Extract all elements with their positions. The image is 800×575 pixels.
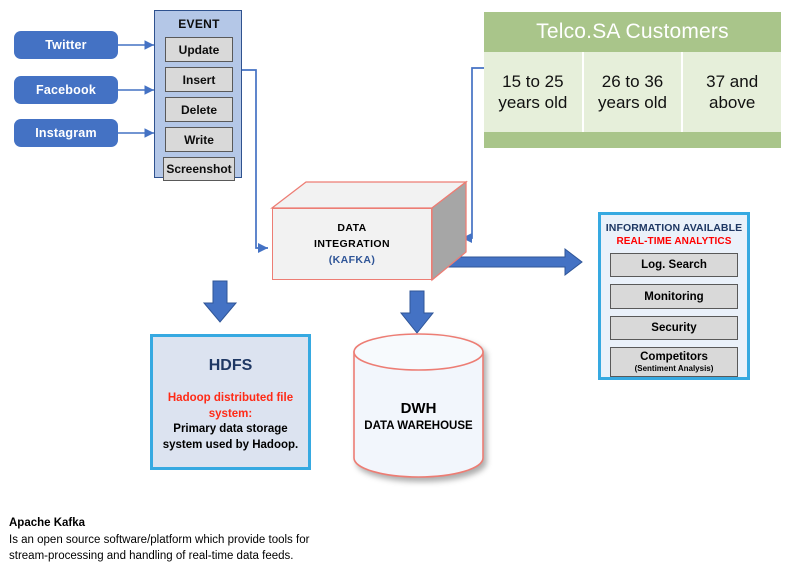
dwh-subtitle: DATA WAREHOUSE <box>364 420 473 432</box>
info-item-label: Monitoring <box>644 290 704 303</box>
caption-block: Apache Kafka Is an open source software/… <box>9 515 429 565</box>
hdfs-title: HDFS <box>208 357 253 374</box>
event-item-label: Insert <box>182 72 216 87</box>
source-button-twitter[interactable]: Twitter <box>14 31 118 59</box>
hdfs-black-line-1: Primary data storage <box>173 423 288 436</box>
info-panel-title: INFORMATION AVAILABLE <box>605 222 743 234</box>
info-item-label: Competitors <box>640 351 708 364</box>
info-item-sublabel: (Sentiment Analysis) <box>634 364 714 374</box>
kafka-3d-box: DATA INTEGRATION (KAFKA) <box>270 180 470 290</box>
event-item-label: Screenshot <box>166 162 232 176</box>
info-item-security[interactable]: Security <box>610 315 738 341</box>
event-item-label: Update <box>178 42 220 57</box>
source-button-instagram[interactable]: Instagram <box>14 119 118 147</box>
event-panel-title: EVENT <box>178 17 220 31</box>
info-item-label: Security <box>651 321 697 334</box>
telco-table-footer-strip <box>484 132 781 148</box>
info-item-competitors[interactable]: Competitors (Sentiment Analysis) <box>610 347 738 378</box>
event-item-screenshot[interactable]: Screenshot <box>163 157 235 181</box>
event-item-delete[interactable]: Delete <box>165 97 233 122</box>
hdfs-black-line-2: system used by Hadoop. <box>162 438 299 451</box>
event-item-write[interactable]: Write <box>165 127 233 152</box>
hdfs-red-line-2: system: <box>208 407 253 420</box>
telco-cell-age-37-above: 37 and above <box>683 52 782 132</box>
info-panel-subtitle: REAL-TIME ANALYTICS <box>616 236 732 247</box>
kafka-line-2: INTEGRATION <box>314 237 390 250</box>
source-label: Instagram <box>35 126 97 140</box>
caption-line-1: Is an open source software/platform whic… <box>9 533 310 546</box>
kafka-box-front-face: DATA INTEGRATION (KAFKA) <box>272 208 432 280</box>
kafka-line-1: DATA <box>337 221 367 234</box>
telco-cell-age-15-25: 15 to 25 years old <box>484 52 584 132</box>
dwh-cylinder: DWH DATA WAREHOUSE <box>352 332 485 480</box>
information-available-panel: INFORMATION AVAILABLE REAL-TIME ANALYTIC… <box>598 212 750 380</box>
telco-cell-line2: years old <box>498 93 568 112</box>
info-item-monitoring[interactable]: Monitoring <box>610 284 738 309</box>
caption-title: Apache Kafka <box>9 517 86 529</box>
event-panel: EVENT Update Insert Delete Write Screens… <box>154 10 242 181</box>
info-item-log-search[interactable]: Log. Search <box>610 253 738 278</box>
telco-table-title: Telco.SA Customers <box>484 12 781 52</box>
kafka-line-3: (KAFKA) <box>328 254 376 267</box>
source-label: Facebook <box>36 83 96 97</box>
source-label: Twitter <box>45 38 87 52</box>
hdfs-red-line-1: Hadoop distributed file <box>167 392 294 404</box>
telco-cell-line1: 37 and <box>706 71 759 91</box>
info-item-label: Log. Search <box>641 259 707 272</box>
telco-cell-line2: above <box>709 93 756 112</box>
telco-cell-line1: 26 to 36 <box>601 71 664 91</box>
dwh-title: DWH <box>400 400 437 417</box>
event-item-insert[interactable]: Insert <box>165 67 233 92</box>
hdfs-box: HDFS Hadoop distributed file system: Pri… <box>150 334 311 470</box>
source-button-facebook[interactable]: Facebook <box>14 76 118 104</box>
event-item-label: Delete <box>180 102 218 117</box>
telco-cell-line2: years old <box>598 93 667 112</box>
block-arrow-kafka-to-hdfs <box>202 280 238 323</box>
telco-customers-table: Telco.SA Customers 15 to 25 years old 26… <box>484 12 782 163</box>
telco-cell-line1: 15 to 25 <box>502 71 564 91</box>
event-item-label: Write <box>184 132 214 147</box>
caption-line-2: stream-processing and handling of real-t… <box>9 550 294 563</box>
telco-cell-age-26-36: 26 to 36 years old <box>583 52 684 132</box>
event-item-update[interactable]: Update <box>165 37 233 62</box>
block-arrow-kafka-to-dwh <box>399 290 435 334</box>
diagram-canvas: Twitter Facebook Instagram EVENT Update … <box>0 0 800 575</box>
